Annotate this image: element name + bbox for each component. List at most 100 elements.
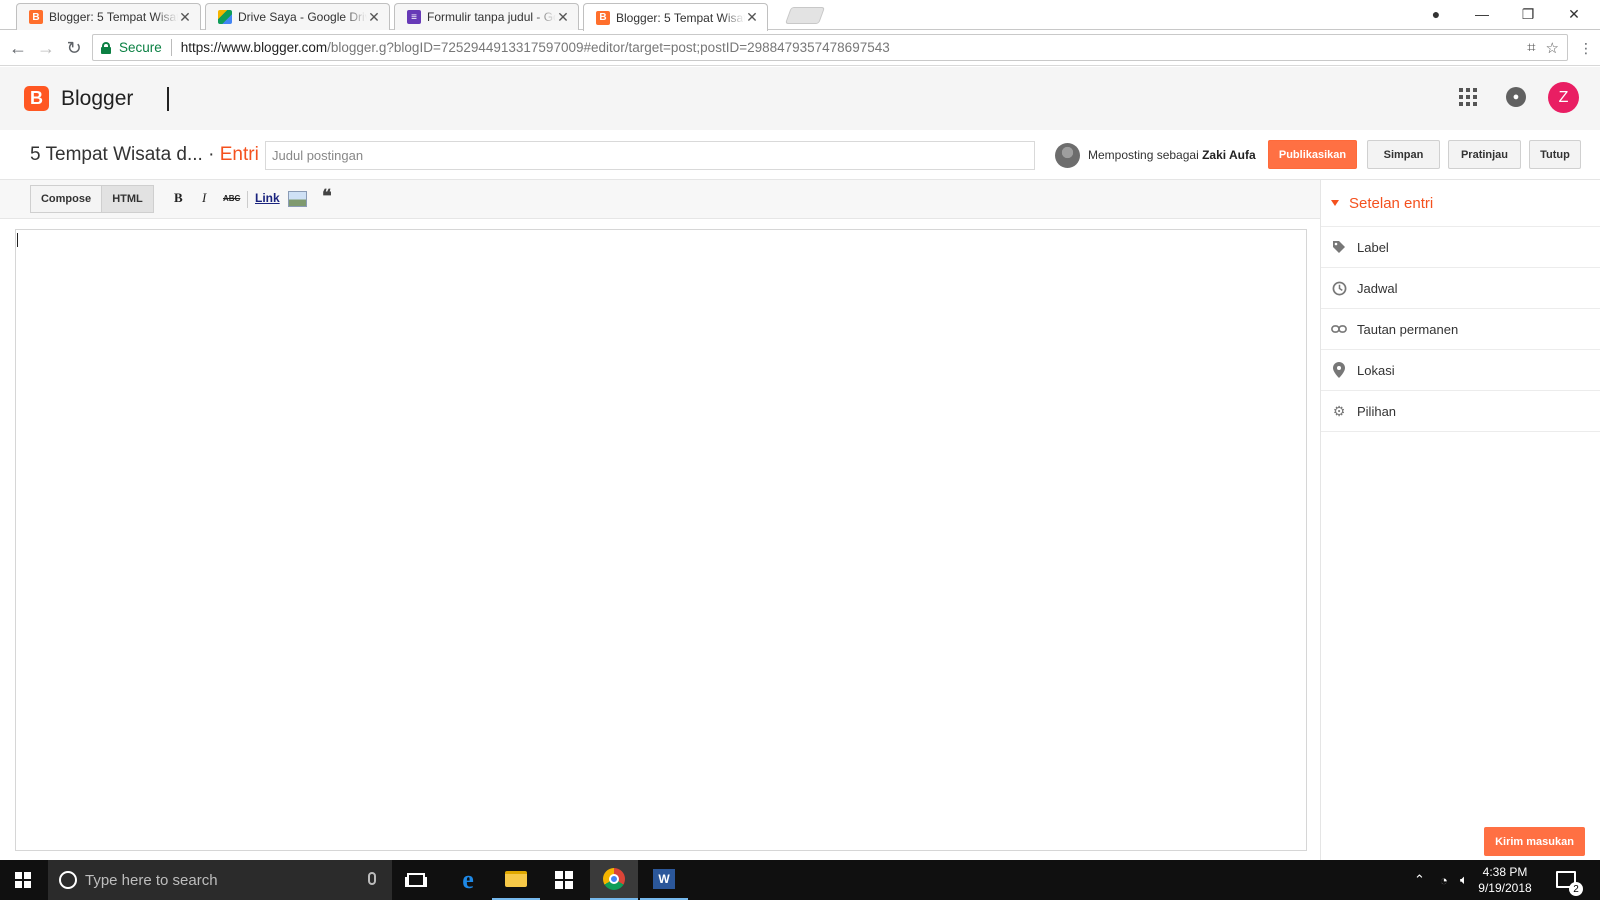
word-taskbar-button[interactable]: W — [640, 860, 688, 900]
send-feedback-button[interactable]: Kirim masukan — [1484, 827, 1585, 856]
tab-label: Blogger: 5 Tempat Wisata — [616, 10, 745, 25]
settings-item-permalink[interactable]: Tautan permanen — [1321, 309, 1600, 350]
post-settings-header[interactable]: Setelan entri — [1321, 180, 1600, 227]
html-mode-button[interactable]: HTML — [101, 185, 154, 213]
compose-mode-button[interactable]: Compose — [30, 185, 102, 213]
edge-taskbar-button[interactable]: e — [444, 860, 492, 900]
notification-bell-icon[interactable]: ● — [1506, 87, 1526, 107]
tab-label: Formulir tanpa judul - Google — [427, 10, 556, 24]
post-settings-panel: Setelan entri Label Jadwal Tautan perman… — [1320, 180, 1600, 860]
posting-as-label: Memposting sebagai — [1088, 148, 1199, 162]
close-icon[interactable]: ✕ — [367, 9, 381, 26]
menu-kebab-icon[interactable]: ⋮ — [1574, 36, 1598, 60]
back-arrow-icon[interactable]: ← — [6, 36, 30, 60]
post-title-input[interactable] — [265, 141, 1035, 170]
browser-tab-strip: B Blogger: 5 Tempat Wisata ✕ Drive Saya … — [0, 0, 1600, 31]
settings-item-text: Tautan permanen — [1357, 321, 1459, 337]
windows-start-icon[interactable] — [15, 872, 31, 888]
notification-count-badge: 2 — [1569, 882, 1583, 896]
new-tab-button[interactable] — [784, 7, 826, 24]
forward-arrow-icon[interactable]: → — [34, 36, 58, 60]
settings-item-options[interactable]: ⚙ Pilihan — [1321, 391, 1600, 432]
browser-tab-active[interactable]: B Blogger: 5 Tempat Wisata ✕ — [583, 3, 768, 31]
html-editor-textarea[interactable] — [15, 229, 1307, 851]
editor-toolbar: Compose HTML B I ABC Link ❝ — [0, 180, 1320, 219]
taskbar-search-box[interactable]: Type here to search — [48, 860, 392, 900]
save-button[interactable]: Simpan — [1367, 140, 1440, 169]
insert-image-icon[interactable] — [288, 191, 307, 207]
browser-tab[interactable]: Drive Saya - Google Drive ✕ — [205, 3, 390, 30]
quote-button[interactable]: ❝ — [322, 186, 332, 207]
reload-icon[interactable]: ↻ — [62, 36, 86, 60]
italic-button[interactable]: I — [202, 190, 206, 206]
clock-time: 4:38 PM — [1482, 865, 1528, 879]
store-taskbar-button[interactable] — [540, 860, 588, 900]
avatar[interactable]: Z — [1548, 82, 1579, 113]
settings-item-text: Jadwal — [1357, 280, 1398, 296]
store-icon — [555, 871, 573, 889]
text-caret — [17, 233, 18, 247]
section-label: Entri — [219, 144, 259, 165]
secure-label: Secure — [119, 40, 162, 55]
tray-overflow-icon[interactable]: ⌃ — [1414, 860, 1425, 900]
task-view-button[interactable] — [392, 860, 440, 900]
link-icon — [1331, 321, 1347, 337]
link-button[interactable]: Link — [255, 191, 280, 205]
tab-label: Blogger: 5 Tempat Wisata — [49, 10, 178, 24]
blogger-logo-icon[interactable]: B — [24, 86, 49, 111]
system-clock[interactable]: 4:38 PM 9/19/2018 — [1474, 864, 1536, 896]
microphone-icon[interactable] — [368, 872, 376, 885]
browser-toolbar: ← → ↻ Secure https://www.blogger.com/blo… — [0, 30, 1600, 66]
location-pin-icon — [1331, 362, 1347, 378]
author-name: Zaki Aufa — [1202, 148, 1256, 162]
close-icon[interactable]: ✕ — [556, 9, 570, 26]
divider — [170, 39, 172, 56]
forms-icon: ≡ — [407, 10, 421, 24]
chrome-taskbar-button[interactable] — [590, 860, 638, 900]
strikethrough-button[interactable]: ABC — [223, 194, 240, 203]
close-icon[interactable]: ✕ — [745, 9, 759, 26]
edge-icon: e — [462, 865, 474, 894]
browser-tab[interactable]: ≡ Formulir tanpa judul - Google ✕ — [394, 3, 579, 30]
window-close-button[interactable]: ✕ — [1552, 0, 1596, 28]
translate-icon[interactable]: ⌗ — [1527, 39, 1535, 57]
settings-item-text: Lokasi — [1357, 362, 1395, 378]
windows-taskbar: Type here to search e W ⌃ ◔ 🔈︎ 4:38 PM 9… — [0, 860, 1600, 900]
gear-icon: ⚙ — [1332, 402, 1346, 419]
preview-button[interactable]: Pratinjau — [1448, 140, 1521, 169]
folder-icon — [505, 871, 527, 887]
divider — [167, 87, 169, 111]
settings-item-label[interactable]: Label — [1321, 227, 1600, 268]
settings-item-schedule[interactable]: Jadwal — [1321, 268, 1600, 309]
lock-icon — [101, 41, 111, 54]
settings-item-text: Pilihan — [1357, 403, 1397, 419]
browser-tab[interactable]: B Blogger: 5 Tempat Wisata ✕ — [16, 3, 201, 30]
bold-button[interactable]: B — [174, 190, 183, 206]
network-icon[interactable]: ◔ — [1440, 860, 1448, 900]
publish-button[interactable]: Publikasikan — [1268, 140, 1357, 169]
task-view-icon — [407, 873, 425, 887]
post-title-bar: 5 Tempat Wisata d... · Entri Memposting … — [0, 130, 1600, 180]
post-settings-title: Setelan entri — [1349, 194, 1434, 212]
blogger-icon: B — [596, 10, 610, 25]
url-path: /blogger.g?blogID=7252944913317597009#ed… — [327, 40, 890, 55]
address-bar[interactable]: Secure https://www.blogger.com/blogger.g… — [92, 34, 1568, 61]
volume-icon[interactable]: 🔈︎ — [1460, 860, 1468, 900]
restore-button[interactable]: ❐ — [1506, 0, 1550, 28]
posting-as-text: Memposting sebagai Zaki Aufa — [1088, 148, 1256, 162]
close-icon[interactable]: ✕ — [178, 9, 192, 26]
settings-item-location[interactable]: Lokasi — [1321, 350, 1600, 391]
blog-title: 5 Tempat Wisata d... — [30, 144, 203, 165]
close-button[interactable]: Tutup — [1529, 140, 1581, 169]
apps-grid-icon[interactable] — [1459, 88, 1477, 106]
settings-item-text: Label — [1357, 239, 1389, 255]
blogger-icon: B — [29, 10, 43, 24]
minimize-button[interactable]: — — [1460, 0, 1504, 28]
search-icon — [59, 871, 77, 889]
word-icon: W — [653, 869, 675, 889]
drive-icon — [218, 10, 232, 24]
bookmark-star-icon[interactable]: ☆ — [1546, 39, 1559, 57]
profile-icon[interactable]: ● — [1414, 0, 1458, 28]
file-explorer-taskbar-button[interactable] — [492, 860, 540, 900]
app-name: Blogger — [61, 87, 134, 110]
